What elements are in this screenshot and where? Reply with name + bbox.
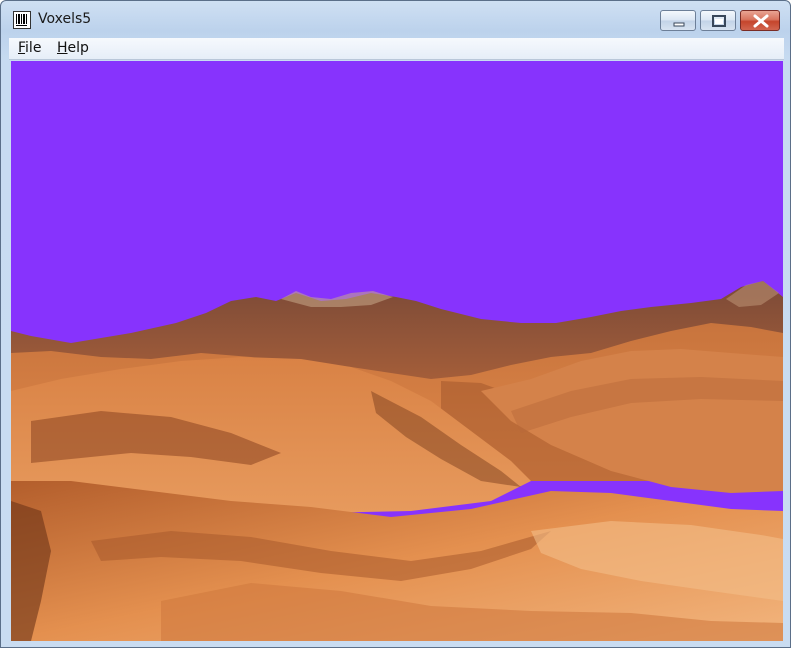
- app-window: Voxels5 File Help: [0, 0, 791, 648]
- maximize-button[interactable]: [700, 10, 736, 31]
- voxel-render-viewport[interactable]: [11, 61, 783, 641]
- title-bar[interactable]: Voxels5: [1, 1, 790, 39]
- menu-bar: File Help: [9, 38, 784, 60]
- close-button[interactable]: [740, 10, 780, 31]
- maximize-icon: [712, 15, 726, 27]
- menu-help-accelerator: H: [57, 40, 68, 56]
- menu-help-label: elp: [67, 40, 89, 56]
- app-barcode-icon[interactable]: [13, 11, 31, 29]
- window-title: Voxels5: [38, 11, 92, 27]
- menu-file[interactable]: File: [18, 40, 41, 56]
- menu-file-accelerator: F: [18, 40, 26, 56]
- close-icon: [753, 14, 769, 28]
- minimize-button[interactable]: [660, 10, 696, 31]
- caption-buttons: [656, 10, 780, 32]
- menu-file-label: ile: [25, 40, 42, 56]
- minimize-icon: [673, 22, 685, 27]
- menu-help[interactable]: Help: [57, 40, 89, 56]
- voxel-terrain-scene: [11, 61, 783, 641]
